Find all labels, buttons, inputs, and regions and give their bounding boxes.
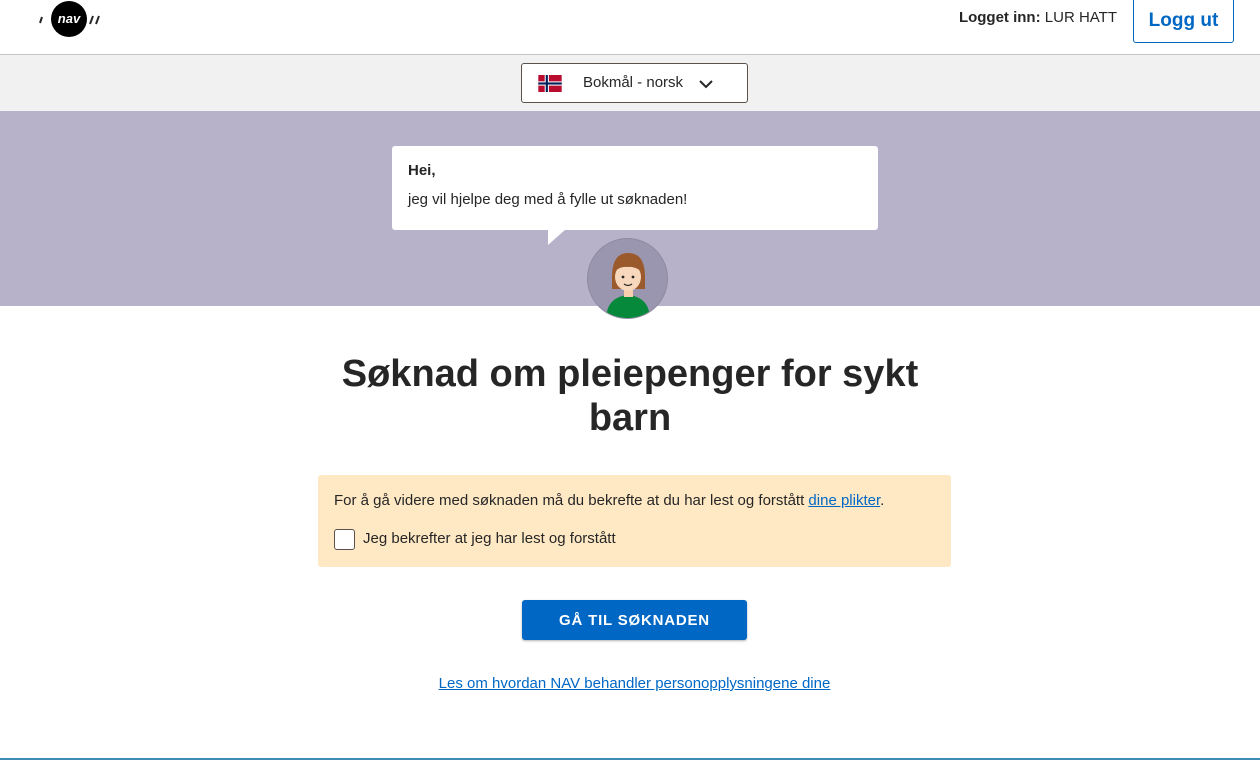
guide-greeting: Hei,: [408, 162, 436, 179]
confirmation-text-after: .: [880, 492, 885, 509]
page-title-line1: Søknad om pleiepenger for sykt: [341, 353, 919, 395]
guide-message: jeg vil hjelpe deg med å fylle ut søknad…: [408, 191, 688, 208]
norway-flag-icon: [538, 75, 562, 92]
logged-in-label: Logget inn:: [958, 9, 1041, 26]
guide-banner: Hei, jeg vil hjelpe deg med å fylle ut s…: [0, 111, 1260, 319]
nav-logo[interactable]: nav: [38, 0, 104, 40]
speech-bubble: Hei, jeg vil hjelpe deg med å fylle ut s…: [392, 146, 878, 230]
duties-link[interactable]: dine plikter: [808, 492, 880, 509]
page-title-line2: barn: [588, 397, 672, 439]
speech-bubble-tail: [548, 229, 566, 245]
user-info: Logget inn: LUR HATT: [959, 9, 1117, 26]
page-title: Søknad om pleiepenger for sykt barn: [330, 352, 930, 440]
logout-button[interactable]: Logg ut: [1133, 0, 1234, 43]
privacy-link[interactable]: Les om hvordan NAV behandler personopply…: [0, 675, 1260, 692]
user-name: LUR HATT: [1044, 9, 1117, 26]
confirmation-text-before: For å gå videre med søknaden må du bekre…: [334, 492, 809, 509]
language-bar: Bokmål - norsk: [0, 55, 1260, 111]
guide-avatar: [587, 238, 668, 319]
confirm-checkbox[interactable]: [334, 529, 355, 550]
site-header: nav Logget inn: LUR HATT Logg ut: [0, 0, 1260, 55]
confirmation-panel: For å gå videre med søknaden må du bekre…: [318, 475, 951, 567]
chevron-down-icon: [699, 80, 713, 89]
language-label: Bokmål - norsk: [583, 74, 684, 91]
confirm-checkbox-label[interactable]: Jeg bekrefter at jeg har lest og forståt…: [363, 530, 616, 547]
logo-text: nav: [58, 11, 81, 26]
language-select[interactable]: Bokmål - norsk: [521, 63, 748, 103]
start-application-button[interactable]: GÅ TIL SØKNADEN: [522, 600, 747, 640]
footer-divider: [0, 758, 1260, 760]
confirmation-text: For å gå videre med søknaden må du bekre…: [334, 492, 884, 509]
